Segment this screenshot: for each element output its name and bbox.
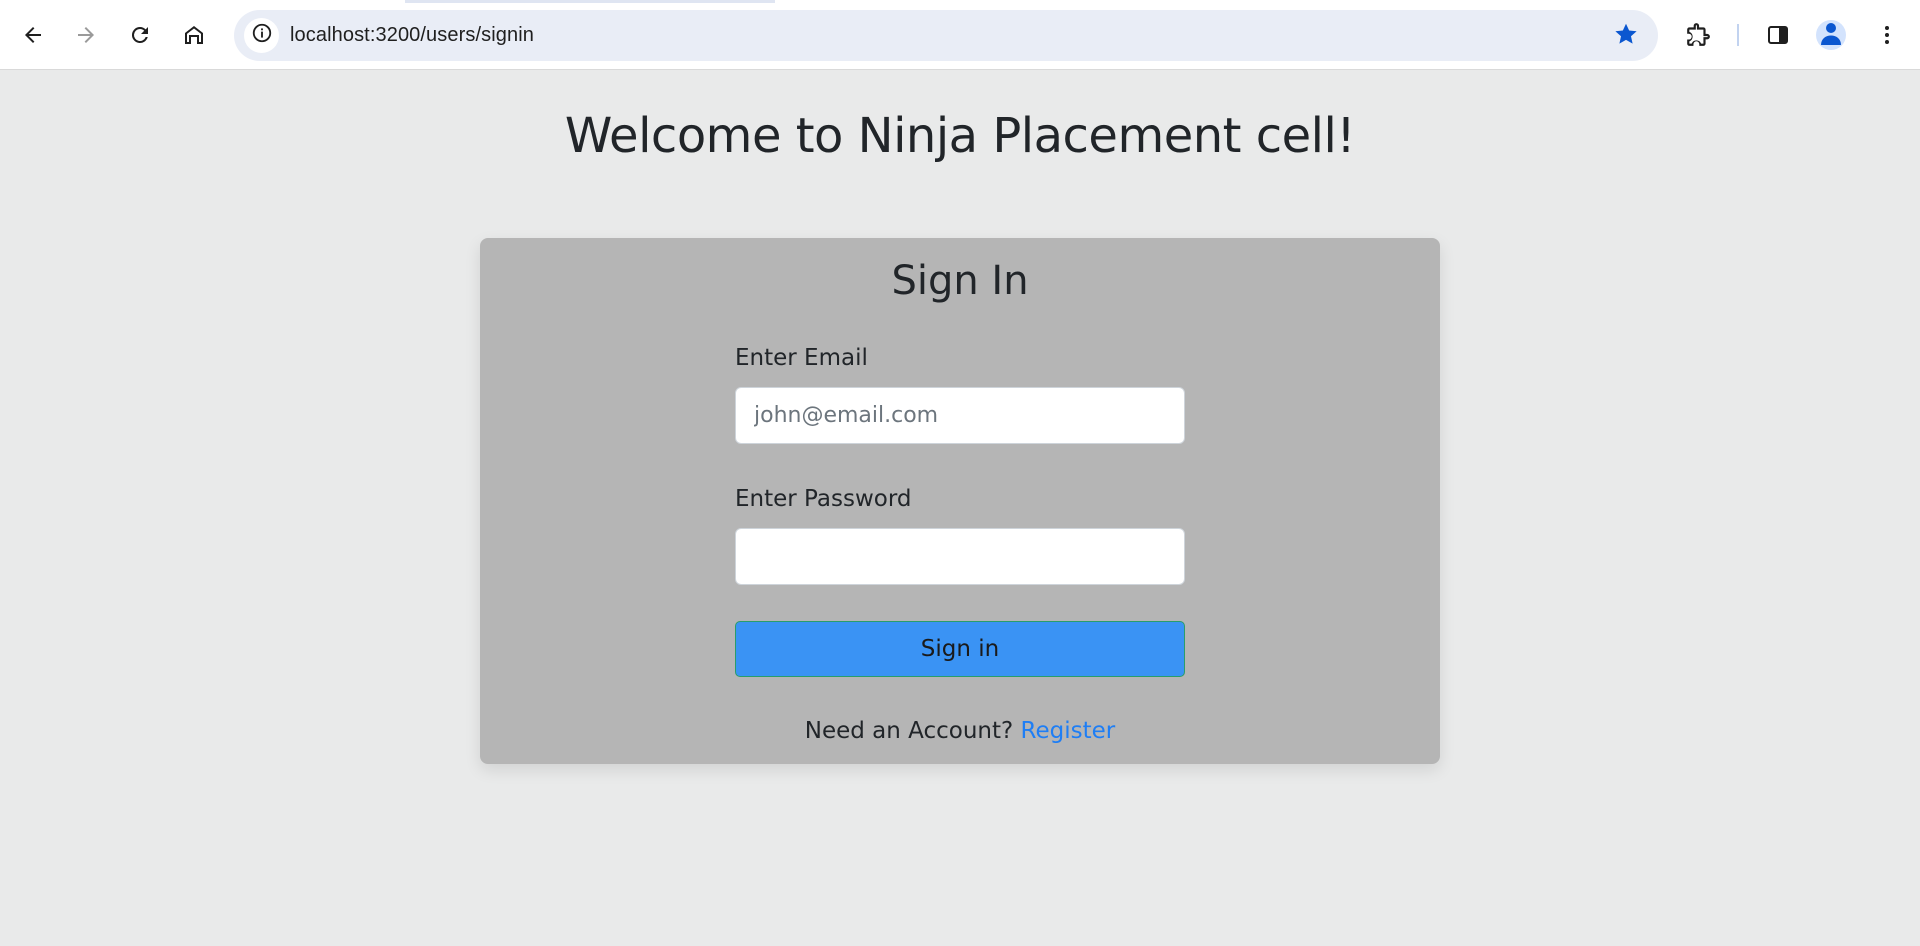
signin-card: Sign In Enter Email Enter Password Sign … — [480, 238, 1440, 764]
signin-title: Sign In — [891, 258, 1029, 304]
person-icon — [1819, 20, 1843, 50]
side-panel-icon — [1766, 23, 1790, 47]
url-text[interactable]: localhost:3200/users/signin — [290, 24, 534, 47]
extensions-button[interactable] — [1678, 15, 1718, 55]
password-field[interactable] — [735, 528, 1185, 585]
forward-button[interactable] — [66, 15, 106, 55]
browser-toolbar: localhost:3200/users/signin — [0, 0, 1920, 70]
home-icon — [182, 23, 206, 47]
browser-menu-button[interactable] — [1867, 15, 1907, 55]
reload-button[interactable] — [120, 15, 160, 55]
kebab-menu-icon — [1875, 23, 1899, 47]
arrow-right-icon — [74, 23, 98, 47]
star-filled-icon — [1613, 21, 1639, 52]
register-link[interactable]: Register — [1021, 718, 1116, 744]
tab-strip-indicator — [405, 0, 775, 3]
info-circle-icon — [251, 22, 273, 49]
home-button[interactable] — [174, 15, 214, 55]
bookmark-button[interactable] — [1612, 22, 1640, 50]
puzzle-icon — [1685, 22, 1711, 48]
profile-avatar[interactable] — [1816, 20, 1846, 50]
register-prompt-text: Need an Account? — [804, 718, 1014, 744]
password-label: Enter Password — [735, 486, 912, 512]
back-button[interactable] — [13, 15, 53, 55]
reload-icon — [128, 23, 152, 47]
arrow-left-icon — [21, 23, 45, 47]
email-label: Enter Email — [735, 345, 868, 371]
toolbar-divider — [1737, 24, 1739, 46]
page-title: Welcome to Ninja Placement cell! — [564, 108, 1356, 164]
site-info-button[interactable] — [244, 18, 279, 53]
register-prompt-line: Need an Account? Register — [480, 718, 1440, 744]
address-bar[interactable]: localhost:3200/users/signin — [234, 10, 1658, 61]
side-panel-button[interactable] — [1758, 15, 1798, 55]
signin-button[interactable]: Sign in — [735, 621, 1185, 677]
email-field[interactable] — [735, 387, 1185, 444]
